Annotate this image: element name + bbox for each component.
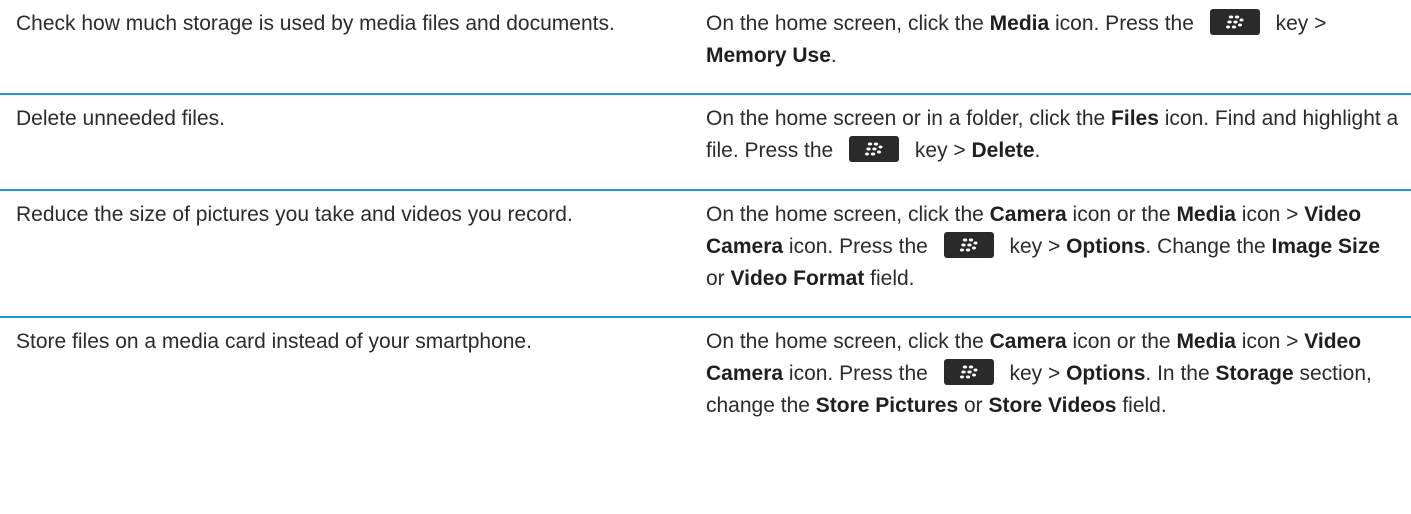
task-cell: Delete unneeded files. (16, 107, 225, 130)
step-text: . In the (1145, 362, 1216, 385)
menu-key-icon (849, 136, 900, 163)
menu-key-icon (943, 232, 994, 259)
task-cell: Store files on a media card instead of y… (16, 330, 532, 353)
step-text: or (706, 267, 731, 290)
ui-term: Camera (989, 330, 1067, 353)
ui-term: Store Videos (988, 394, 1117, 417)
table-row: Delete unneeded files. On the home screen… (0, 95, 1411, 191)
task-cell: Check how much storage is used by media … (16, 12, 615, 35)
ui-term: Options (1066, 235, 1146, 258)
table-row: Check how much storage is used by media … (0, 0, 1411, 95)
steps-cell: On the home screen, click the Camera ico… (680, 318, 1411, 514)
step-text: icon or the (1066, 203, 1177, 226)
ui-term: Media (1176, 330, 1236, 353)
step-text: icon or the (1066, 330, 1177, 353)
table-row: Reduce the size of pictures you take and… (0, 191, 1411, 318)
step-text: key > (909, 139, 972, 162)
ui-term: Store Pictures (815, 394, 959, 417)
step-text: icon > (1235, 330, 1305, 353)
ui-term: Media (1176, 203, 1236, 226)
ui-term: Delete (971, 139, 1035, 162)
task-cell: Reduce the size of pictures you take and… (16, 203, 573, 226)
ui-term: Files (1111, 107, 1159, 130)
step-text: On the home screen, click the (706, 330, 990, 353)
menu-key-glyph (959, 238, 978, 252)
ui-term: Video Format (730, 267, 865, 290)
step-text: field. (864, 267, 915, 290)
step-text: field. (1116, 394, 1167, 417)
ui-term: Memory Use (706, 44, 831, 67)
menu-key-glyph (1225, 15, 1244, 29)
step-text: On the home screen, click the (706, 12, 990, 35)
ui-term: Storage (1215, 362, 1294, 385)
table-row: Store files on a media card instead of y… (0, 318, 1411, 514)
step-text: icon. Press the (783, 362, 934, 385)
step-text: or (958, 394, 989, 417)
step-text: icon. Press the (1049, 12, 1200, 35)
step-text: On the home screen, click the (706, 203, 990, 226)
step-text: . (830, 44, 837, 67)
menu-key-icon (943, 359, 994, 386)
step-text: On the home screen or in a folder, click… (706, 107, 1112, 130)
steps-cell: On the home screen or in a folder, click… (680, 95, 1411, 189)
ui-term: Camera (989, 203, 1067, 226)
steps-cell: On the home screen, click the Media icon… (680, 0, 1411, 93)
steps-cell: On the home screen, click the Camera ico… (680, 191, 1411, 316)
step-text: icon > (1235, 203, 1305, 226)
menu-key-glyph (865, 142, 883, 156)
ui-term: Options (1066, 362, 1146, 385)
ui-term: Media (989, 12, 1050, 35)
step-text: key > (1269, 12, 1327, 35)
step-text: key > (1003, 362, 1067, 385)
step-text: key > (1003, 235, 1067, 258)
tips-table: Check how much storage is used by media … (0, 0, 1411, 514)
menu-key-icon (1209, 9, 1260, 36)
step-text: . Change the (1145, 235, 1272, 258)
ui-term: Image Size (1271, 235, 1381, 258)
menu-key-glyph (959, 365, 978, 379)
step-text: . (1034, 139, 1041, 162)
step-text: icon. Press the (783, 235, 934, 258)
